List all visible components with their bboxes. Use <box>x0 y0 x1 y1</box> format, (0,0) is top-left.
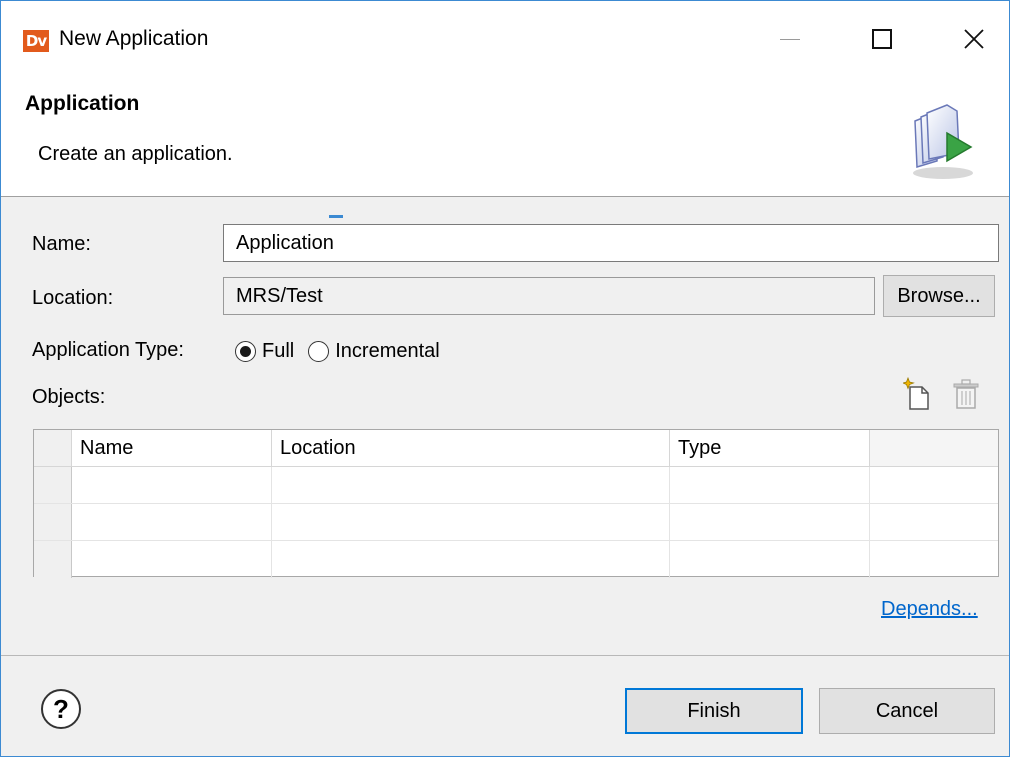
table-cell[interactable] <box>670 467 870 503</box>
row-header-corner <box>34 430 72 466</box>
delete-icon[interactable] <box>951 377 981 411</box>
page-title: Application <box>25 92 140 115</box>
table-cell[interactable] <box>72 467 272 503</box>
objects-table[interactable]: Name Location Type <box>33 429 999 578</box>
application-wizard-icon <box>913 104 973 179</box>
table-cell[interactable] <box>72 504 272 540</box>
objects-table-header: Name Location Type <box>34 430 998 467</box>
browse-button[interactable]: Browse... <box>883 275 995 317</box>
minimize-button[interactable] <box>761 15 819 63</box>
application-type-radio-group: Full Incremental <box>235 336 454 366</box>
table-row[interactable] <box>34 467 998 504</box>
objects-label: Objects: <box>32 386 106 408</box>
table-cell[interactable] <box>670 504 870 540</box>
column-header-name[interactable]: Name <box>72 430 272 466</box>
focus-indicator <box>329 215 343 218</box>
help-icon[interactable]: ? <box>41 689 81 729</box>
wizard-header: Application Create an application. <box>1 79 1009 197</box>
row-header[interactable] <box>34 467 72 503</box>
table-cell[interactable] <box>870 541 998 578</box>
table-cell[interactable] <box>272 467 670 503</box>
radio-incremental[interactable] <box>308 340 330 362</box>
app-logo-icon: Dv <box>23 30 49 52</box>
location-label: Location: <box>32 287 114 309</box>
row-header[interactable] <box>34 504 72 540</box>
application-type-label: Application Type: <box>32 339 184 361</box>
location-input[interactable] <box>223 277 875 315</box>
new-application-dialog: Dv New Application Application Create an… <box>0 0 1010 757</box>
column-header-location[interactable]: Location <box>272 430 670 466</box>
radio-incremental-label[interactable]: Incremental <box>335 340 440 363</box>
table-cell[interactable] <box>870 467 998 503</box>
maximize-icon <box>872 29 892 49</box>
table-row[interactable] <box>34 541 998 578</box>
column-header-type[interactable]: Type <box>670 430 870 466</box>
table-cell[interactable] <box>870 504 998 540</box>
title-bar[interactable]: Dv New Application <box>1 1 1009 79</box>
window-title: New Application <box>59 27 209 50</box>
table-cell[interactable] <box>72 541 272 578</box>
row-header[interactable] <box>34 541 72 578</box>
new-object-icon[interactable] <box>903 377 933 411</box>
depends-link[interactable]: Depends... <box>881 598 978 621</box>
footer-divider <box>1 655 1009 656</box>
radio-full[interactable] <box>235 340 256 362</box>
finish-button[interactable]: Finish <box>625 688 803 734</box>
table-row[interactable] <box>34 504 998 541</box>
column-header-extra[interactable] <box>870 430 998 466</box>
radio-full-label[interactable]: Full <box>262 340 294 363</box>
table-cell[interactable] <box>272 541 670 578</box>
close-icon <box>964 29 984 49</box>
minimize-icon <box>780 38 800 40</box>
close-button[interactable] <box>945 15 1003 63</box>
maximize-button[interactable] <box>853 15 911 63</box>
name-label: Name: <box>32 233 91 255</box>
table-cell[interactable] <box>670 541 870 578</box>
table-cell[interactable] <box>272 504 670 540</box>
cancel-button[interactable]: Cancel <box>819 688 995 734</box>
name-input[interactable] <box>223 224 999 262</box>
page-description: Create an application. <box>38 143 233 165</box>
